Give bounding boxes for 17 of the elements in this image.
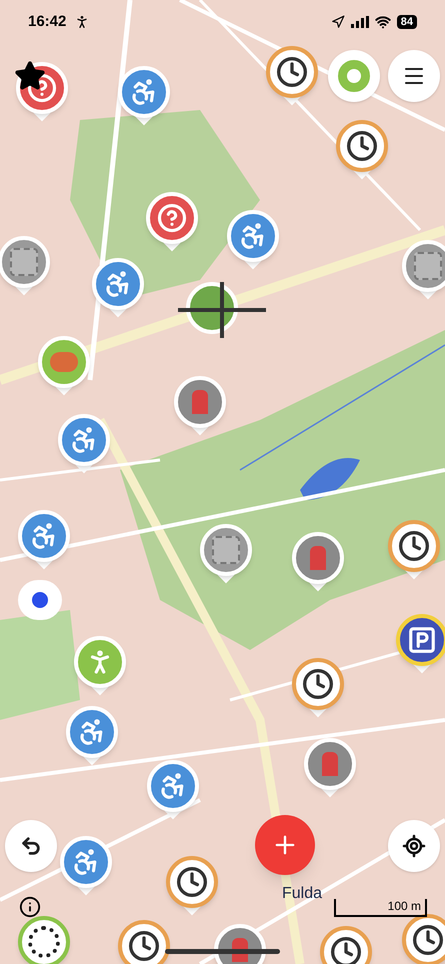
locate-icon (402, 834, 426, 858)
location-icon (330, 15, 345, 29)
scale-bar: 100 m (334, 899, 427, 917)
locate-button[interactable] (388, 820, 440, 872)
undo-icon (20, 835, 42, 857)
signal-icon (350, 16, 369, 28)
clock-pin-icon[interactable] (118, 920, 170, 964)
info-icon[interactable] (19, 896, 41, 918)
location-dot-bubble (18, 580, 62, 620)
place-label: Fulda (282, 884, 322, 904)
star-icon[interactable] (14, 60, 46, 92)
menu-button[interactable] (388, 50, 440, 102)
crosshair-icon (178, 282, 266, 338)
wifi-icon (374, 14, 391, 30)
status-time: 16:42 (28, 12, 66, 32)
battery-indicator: 84 (396, 15, 417, 29)
undo-button[interactable] (5, 820, 57, 872)
